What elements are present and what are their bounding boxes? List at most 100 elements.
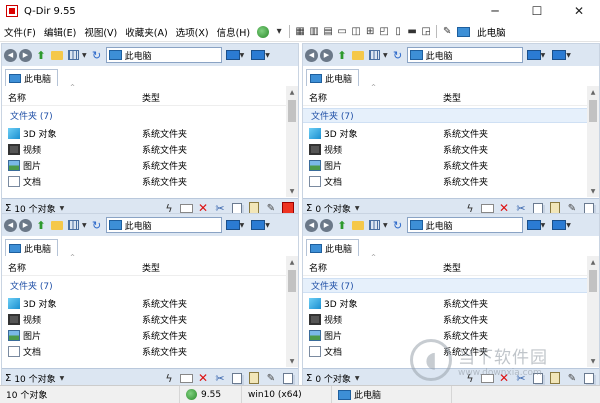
column-header-name[interactable]: 名称	[2, 261, 139, 274]
group-header[interactable]: 文件夹 (7)	[303, 108, 588, 123]
count-caret-icon[interactable]: ▼	[60, 375, 65, 382]
scroll-thumb[interactable]	[589, 100, 597, 122]
layout-split-icon[interactable]: ◫	[349, 25, 363, 38]
column-header-type[interactable]: 类型	[440, 91, 461, 104]
scroll-down-icon[interactable]: ▼	[286, 355, 298, 367]
group-header[interactable]: 文件夹 (7)	[2, 278, 287, 293]
cut-icon[interactable]: ✂	[213, 371, 227, 385]
monitor-icon[interactable]	[526, 220, 541, 230]
tab-this-pc[interactable]: 此电脑	[5, 69, 59, 86]
list-item[interactable]: 3D 对象 系统文件夹	[303, 125, 588, 141]
back-icon[interactable]: ◀	[305, 218, 318, 232]
copy-icon[interactable]	[230, 371, 244, 385]
menu-favorites[interactable]: 收藏夹(A)	[121, 25, 171, 39]
forward-icon[interactable]: ▶	[320, 218, 333, 232]
scroll-down-icon[interactable]: ▼	[587, 185, 599, 197]
layout-grid-icon[interactable]: ▦	[293, 25, 307, 38]
count-caret-icon[interactable]: ▼	[355, 205, 360, 212]
count-caret-icon[interactable]: ▼	[355, 375, 360, 382]
new-folder-icon[interactable]	[50, 48, 64, 62]
email-icon[interactable]	[480, 371, 494, 385]
path-box[interactable]: 此电脑	[406, 47, 523, 63]
layout-columns-icon[interactable]: ▥	[307, 25, 321, 38]
view-caret-icon[interactable]: ▼	[82, 52, 87, 59]
menu-edit[interactable]: 编辑(E)	[40, 25, 80, 39]
scroll-up-icon[interactable]: ▲	[286, 256, 298, 268]
count-caret-icon[interactable]: ▼	[60, 205, 65, 212]
layout-rows-icon[interactable]: ▤	[321, 25, 335, 38]
globe-icon[interactable]	[257, 25, 270, 38]
list-item[interactable]: 文档 系统文件夹	[303, 173, 588, 189]
monitor-alt-caret-icon[interactable]: ▼	[566, 52, 571, 59]
list-item[interactable]: 3D 对象 系统文件夹	[2, 295, 287, 311]
view-caret-icon[interactable]: ▼	[383, 52, 388, 59]
refresh-icon[interactable]: ↻	[90, 48, 104, 62]
refresh-icon[interactable]: ↻	[90, 218, 104, 232]
monitor-alt-caret-icon[interactable]: ▼	[566, 222, 571, 229]
scroll-down-icon[interactable]: ▼	[286, 185, 298, 197]
paste-icon[interactable]	[548, 371, 562, 385]
monitor-icon[interactable]	[225, 50, 240, 60]
back-icon[interactable]: ◀	[4, 48, 17, 62]
forward-icon[interactable]: ▶	[19, 218, 32, 232]
refresh-icon[interactable]: ↻	[391, 218, 405, 232]
monitor-alt-caret-icon[interactable]: ▼	[265, 222, 270, 229]
refresh-icon[interactable]: ↻	[391, 48, 405, 62]
menu-info[interactable]: 信息(H)	[213, 25, 255, 39]
monitor-alt-icon[interactable]	[552, 50, 567, 60]
new-folder-icon[interactable]	[351, 48, 365, 62]
view-grid-icon[interactable]	[367, 48, 381, 62]
group-header[interactable]: 文件夹 (7)	[2, 108, 287, 123]
monitor-alt-icon[interactable]	[251, 220, 266, 230]
up-arrow-icon[interactable]: ⬆	[335, 48, 349, 62]
list-item[interactable]: 视频 系统文件夹	[303, 141, 588, 157]
column-header-name[interactable]: 名称	[303, 91, 440, 104]
column-header-type[interactable]: 类型	[139, 91, 160, 104]
new-folder-icon[interactable]	[351, 218, 365, 232]
copy-icon[interactable]	[531, 371, 545, 385]
vertical-scrollbar[interactable]: ▲ ▼	[286, 86, 298, 197]
monitor-icon[interactable]	[225, 220, 240, 230]
layout-h-icon[interactable]: ▬	[405, 25, 419, 38]
list-item[interactable]: 视频 系统文件夹	[303, 311, 588, 327]
close-button[interactable]: ✕	[558, 0, 600, 22]
layout-mix-icon[interactable]: ◲	[419, 25, 433, 38]
view-grid-icon[interactable]	[367, 218, 381, 232]
path-box[interactable]: 此电脑	[105, 217, 222, 233]
list-item[interactable]: 图片 系统文件夹	[303, 157, 588, 173]
vertical-scrollbar[interactable]: ▲ ▼	[587, 86, 599, 197]
monitor-icon[interactable]	[526, 50, 541, 60]
layout-single-icon[interactable]: ▭	[335, 25, 349, 38]
lightning-icon[interactable]: ϟ	[162, 371, 176, 385]
paste-icon[interactable]	[247, 371, 261, 385]
rename-icon[interactable]: ✎	[264, 371, 278, 385]
back-icon[interactable]: ◀	[305, 48, 318, 62]
delete-icon[interactable]: ✕	[497, 371, 511, 385]
cut-icon[interactable]: ✂	[514, 371, 528, 385]
view-grid-icon[interactable]	[66, 48, 80, 62]
list-item[interactable]: 3D 对象 系统文件夹	[303, 295, 588, 311]
caret-down-icon[interactable]: ▾	[272, 25, 286, 38]
column-header-type[interactable]: 类型	[440, 261, 461, 274]
scroll-up-icon[interactable]: ▲	[286, 86, 298, 98]
up-arrow-icon[interactable]: ⬆	[34, 48, 48, 62]
up-arrow-icon[interactable]: ⬆	[335, 218, 349, 232]
path-box[interactable]: 此电脑	[105, 47, 222, 63]
forward-icon[interactable]: ▶	[320, 48, 333, 62]
delete-icon[interactable]: ✕	[196, 371, 210, 385]
layout-tri-icon[interactable]: ◰	[377, 25, 391, 38]
view-caret-icon[interactable]: ▼	[383, 222, 388, 229]
menu-file[interactable]: 文件(F)	[0, 25, 40, 39]
group-header[interactable]: 文件夹 (7)	[303, 278, 588, 293]
vertical-scrollbar[interactable]: ▲ ▼	[286, 256, 298, 367]
monitor-caret-icon[interactable]: ▼	[541, 52, 546, 59]
maximize-button[interactable]: ☐	[516, 0, 558, 22]
column-header-type[interactable]: 类型	[139, 261, 160, 274]
path-box[interactable]: 此电脑	[406, 217, 523, 233]
scroll-thumb[interactable]	[288, 100, 296, 122]
list-item[interactable]: 图片 系统文件夹	[2, 157, 287, 173]
minimize-button[interactable]: ─	[474, 0, 516, 22]
monitor-caret-icon[interactable]: ▼	[541, 222, 546, 229]
list-item[interactable]: 视频 系统文件夹	[2, 141, 287, 157]
menu-options[interactable]: 选项(X)	[172, 25, 213, 39]
